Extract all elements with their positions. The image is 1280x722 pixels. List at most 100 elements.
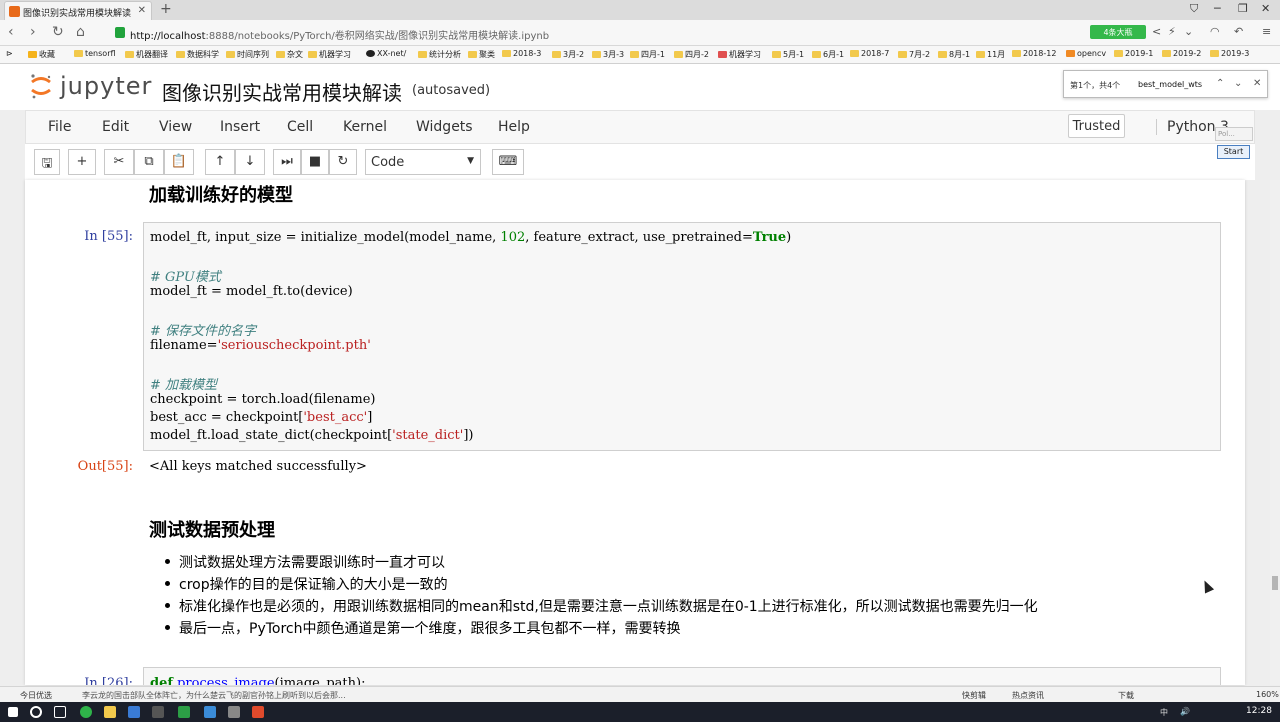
bookmark-item[interactable]: 3月-3 [592, 49, 624, 60]
code-cell-55[interactable]: model_ft, input_size = initialize_model(… [143, 222, 1221, 451]
bookmark-item[interactable]: 2019-3 [1210, 49, 1249, 58]
terminal-app-icon[interactable] [152, 706, 164, 718]
url-field[interactable]: http://localhost:8888/notebooks/PyTorch/… [112, 24, 1082, 42]
bookmark-item[interactable]: 机器翻译 [125, 49, 168, 60]
menu-help[interactable]: Help [498, 119, 530, 135]
bookmark-item[interactable]: 2019-2 [1162, 49, 1201, 58]
bookmark-item[interactable]: 收藏 [28, 49, 55, 60]
menu-kernel[interactable]: Kernel [343, 119, 387, 135]
reload-icon[interactable]: ↻ [52, 24, 64, 40]
move-down-icon[interactable]: ↓ [235, 149, 265, 175]
menu-insert[interactable]: Insert [220, 119, 260, 135]
copy-icon[interactable]: ⧉ [134, 149, 164, 175]
bookmark-item[interactable]: 3月-2 [552, 49, 584, 60]
menu-view[interactable]: View [159, 119, 192, 135]
share-icon[interactable]: < [1152, 25, 1161, 38]
keyboard-icon[interactable]: ⌨ [492, 149, 524, 175]
bookmark-item[interactable]: 2018-12 [1012, 49, 1056, 58]
lightning-icon[interactable]: ⚡ [1168, 25, 1176, 38]
app-icon[interactable] [128, 706, 140, 718]
news-ticker[interactable]: 李云龙的国击部队全体阵亡，为什么楚云飞的副官孙铭上刷听到以后会那... [82, 690, 346, 701]
bookmark-item[interactable]: 杂文 [276, 49, 303, 60]
bookmark-item[interactable]: tensorfl [74, 49, 116, 58]
add-cell-icon[interactable]: + [68, 149, 96, 175]
bookmark-item[interactable]: 时间序列 [226, 49, 269, 60]
menu-edit[interactable]: Edit [102, 119, 129, 135]
zoom-level[interactable]: 160% [1256, 690, 1279, 699]
new-tab-icon[interactable]: + [160, 1, 172, 17]
cut-icon[interactable]: ✂ [104, 149, 134, 175]
bookmark-item[interactable]: 四月-2 [674, 49, 709, 60]
menu-file[interactable]: File [48, 119, 71, 135]
recorder-app-icon[interactable] [252, 706, 264, 718]
bookmark-item[interactable]: 数据科学 [176, 49, 219, 60]
undo-icon[interactable]: ↶ [1234, 25, 1243, 38]
app-icon[interactable] [178, 706, 190, 718]
run-icon[interactable]: ⏭ [273, 149, 301, 175]
explorer-app-icon[interactable] [104, 706, 116, 718]
folder-icon [308, 51, 317, 58]
task-view-icon[interactable] [54, 706, 66, 718]
cell-type-select[interactable]: Code ▼ [365, 149, 481, 175]
bookmark-item[interactable]: 6月-1 [812, 49, 844, 60]
close-window-icon[interactable]: ✕ [1261, 2, 1270, 15]
find-next-icon[interactable]: ⌄ [1234, 78, 1242, 89]
hot-news[interactable]: 热点资讯 [1012, 690, 1044, 701]
volume-icon[interactable]: 🔊 [1180, 707, 1190, 716]
bookmark-item[interactable]: 四月-1 [630, 49, 665, 60]
notebook-title[interactable]: 图像识别实战常用模块解读 [162, 77, 402, 106]
bookmark-item[interactable]: 2018-7 [850, 49, 889, 58]
bookmark-item[interactable]: opencv [1066, 49, 1106, 58]
home-icon[interactable]: ⌂ [76, 24, 85, 40]
maximize-icon[interactable]: ❐ [1238, 2, 1248, 15]
bookmark-item[interactable]: 8月-1 [938, 49, 970, 60]
paste-icon[interactable]: 📋 [164, 149, 194, 175]
code-cell-26[interactable]: def process_image(image_path): [143, 667, 1221, 685]
forward-icon[interactable]: › [30, 24, 36, 40]
menu-icon[interactable]: ≡ [1262, 25, 1271, 38]
bookmark-item[interactable]: 2018-3 [502, 49, 541, 58]
jupyter-logo-icon[interactable] [30, 73, 52, 99]
pin-icon[interactable]: ⛉ [1190, 2, 1198, 16]
back-icon[interactable]: ‹ [8, 24, 14, 40]
move-up-icon[interactable]: ↑ [205, 149, 235, 175]
menu-widgets[interactable]: Widgets [416, 119, 473, 135]
ime-indicator[interactable]: 中 [1160, 707, 1168, 718]
dropdown-icon[interactable]: ⌄ [1184, 25, 1193, 38]
trusted-button[interactable]: Trusted [1068, 114, 1125, 138]
extension-badge[interactable]: 4条大瓶 [1090, 25, 1146, 39]
find-input[interactable]: best_model_wts [1138, 80, 1202, 89]
menu-cell[interactable]: Cell [287, 119, 313, 135]
restart-icon[interactable]: ↻ [329, 149, 357, 175]
bookmark-item[interactable]: 机器学习 [308, 49, 351, 60]
bookmark-item[interactable]: 机器学习 [718, 49, 761, 60]
bookmark-item[interactable]: 11月 [976, 49, 1005, 60]
browser-app-icon[interactable] [80, 706, 92, 718]
bookmarks-toggle-icon[interactable]: ⊳ [6, 49, 13, 58]
save-icon[interactable]: 🖫 [34, 149, 60, 175]
close-tab-icon[interactable]: ✕ [138, 5, 146, 16]
search-icon[interactable] [30, 706, 42, 718]
minimize-icon[interactable]: ─ [1214, 2, 1221, 15]
find-bar: 第1个，共4个 best_model_wts ⌃ ⌄ ✕ [1063, 70, 1268, 98]
app-icon[interactable] [228, 706, 240, 718]
bookmark-item[interactable]: XX-net/ [366, 49, 406, 58]
browser-tab[interactable]: 图像识别实战常用模块解读 ✕ [4, 1, 152, 20]
find-prev-icon[interactable]: ⌃ [1216, 78, 1224, 89]
bookmark-item[interactable]: 统计分析 [418, 49, 461, 60]
page-scrollbar[interactable] [1270, 180, 1280, 685]
bookmark-item[interactable]: 聚类 [468, 49, 495, 60]
windows-start-icon[interactable] [8, 707, 18, 717]
bookmark-item[interactable]: 5月-1 [772, 49, 804, 60]
bookmark-item[interactable]: 2019-1 [1114, 49, 1153, 58]
start-button[interactable]: Start [1217, 145, 1250, 159]
app-icon[interactable] [204, 706, 216, 718]
account-icon[interactable]: ◠ [1210, 25, 1220, 38]
find-close-icon[interactable]: ✕ [1253, 78, 1261, 89]
downloads[interactable]: 下载 [1118, 690, 1134, 701]
bookmark-item[interactable]: 7月-2 [898, 49, 930, 60]
quick-edit[interactable]: 快剪辑 [962, 690, 986, 701]
interrupt-icon[interactable]: ■ [301, 149, 329, 175]
today-picks[interactable]: 今日优选 [20, 690, 52, 701]
scrollbar-thumb[interactable] [1272, 576, 1278, 590]
